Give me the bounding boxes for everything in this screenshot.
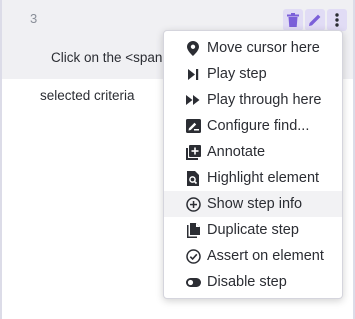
menu-item-disable-step[interactable]: Disable step [164,269,342,295]
step-actions [283,9,347,31]
play-step-icon [185,66,201,82]
menu-item-label: Duplicate step [207,222,299,238]
trash-icon [287,13,299,27]
menu-item-configure-find[interactable]: Configure find... [164,113,342,139]
menu-item-label: Highlight element [207,170,320,186]
menu-item-label: Annotate [207,144,266,160]
menu-item-label: Assert on element [207,248,324,264]
menu-item-play-through[interactable]: Play through here [164,87,342,113]
menu-item-annotate[interactable]: Annotate [164,139,342,165]
menu-item-highlight-element[interactable]: Highlight element [164,165,342,191]
menu-item-label: Play through here [207,92,322,108]
step-description-line2: selected criteria [40,88,135,103]
menu-item-move-cursor[interactable]: Move cursor here [164,35,342,61]
menu-item-label: Configure find... [207,118,310,134]
kebab-icon [335,13,339,27]
menu-item-assert-on-element[interactable]: Assert on element [164,243,342,269]
plus-circle-icon [185,196,201,212]
menu-item-label: Play step [207,66,267,82]
check-circle-icon [185,248,201,264]
edit-step-button[interactable] [305,9,325,31]
menu-item-duplicate-step[interactable]: Duplicate step [164,217,342,243]
delete-step-button[interactable] [283,9,303,31]
more-options-button[interactable] [327,9,347,31]
menu-item-label: Disable step [207,274,287,290]
step-context-menu: Move cursor here Play step Play through … [163,30,343,299]
menu-item-label: Show step info [207,196,303,212]
pencil-icon [308,13,322,27]
menu-item-show-step-info[interactable]: Show step info [164,191,342,217]
annotate-icon [185,144,201,160]
menu-item-play-step[interactable]: Play step [164,61,342,87]
map-pin-icon [185,40,201,56]
fast-forward-icon [185,92,201,108]
toggle-icon [185,274,201,290]
menu-item-label: Move cursor here [207,40,320,56]
highlight-icon [185,170,201,186]
configure-find-icon [185,118,201,134]
duplicate-icon [185,222,201,238]
